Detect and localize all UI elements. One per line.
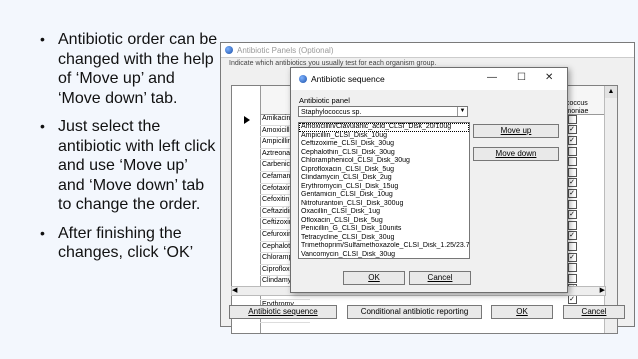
bullet-dot: • bbox=[40, 224, 45, 241]
sequence-list-item[interactable]: Gentamicin_CLSI_Disk_10ug bbox=[299, 191, 469, 200]
sequence-list-item[interactable]: Ciprofloxacin_CLSI_Disk_5ug bbox=[299, 166, 469, 175]
current-row-arrow-icon bbox=[244, 116, 250, 124]
antibiotic-sequence-label: Antibiotic sequence bbox=[248, 307, 318, 316]
scroll-left-icon[interactable]: ◀ bbox=[232, 287, 237, 295]
scroll-right-icon[interactable]: ▶ bbox=[600, 287, 605, 295]
panels-cancel-button[interactable]: Cancel bbox=[563, 305, 625, 319]
organism-checkbox[interactable] bbox=[567, 157, 577, 167]
slide-bullet-list: • Antibiotic order can be changed with th… bbox=[40, 30, 218, 272]
move-up-button[interactable]: Move up bbox=[473, 124, 559, 138]
organism-checkbox[interactable]: ✓ bbox=[567, 294, 577, 304]
panels-titlebar: Antibiotic Panels (Optional) bbox=[221, 43, 634, 58]
organism-checkbox[interactable] bbox=[567, 273, 577, 283]
panels-ok-label: OK bbox=[516, 307, 528, 316]
organism-checkbox[interactable] bbox=[567, 263, 577, 273]
organism-checkbox[interactable]: ✓ bbox=[567, 178, 577, 188]
organism-checkbox[interactable]: ✓ bbox=[567, 125, 577, 135]
sequence-list-item[interactable]: Chloramphenicol_CLSI_Disk_30ug bbox=[299, 157, 469, 166]
organism-checkbox[interactable]: ✓ bbox=[567, 135, 577, 145]
panels-button-bar: Antibiotic sequence Conditional antibiot… bbox=[229, 305, 627, 323]
organism-checkbox[interactable] bbox=[567, 199, 577, 209]
sequence-list-item[interactable]: Ceftizoxime_CLSI_Disk_30ug bbox=[299, 140, 469, 149]
bullet-text: After finishing the changes, click ‘OK’ bbox=[58, 224, 194, 262]
conditional-reporting-button[interactable]: Conditional antibiotic reporting bbox=[347, 305, 482, 319]
antibiotic-panel-value: Staphylococcus sp. bbox=[301, 109, 362, 116]
bullet-text: Antibiotic order can be changed with the… bbox=[58, 31, 218, 107]
organism-checkbox[interactable]: ✓ bbox=[567, 231, 577, 241]
sequence-list-item[interactable]: Amoxicillin/Clavulanic_acid_CLSI_Disk_20… bbox=[299, 123, 469, 132]
dialog-ok-button[interactable]: OK bbox=[343, 271, 405, 285]
organism-checkbox[interactable] bbox=[567, 146, 577, 156]
move-down-label: Move down bbox=[495, 149, 537, 158]
panels-cancel-label: Cancel bbox=[581, 307, 607, 316]
antibiotic-panel-select[interactable]: Staphylococcus sp. ▼ bbox=[298, 106, 468, 117]
bullet-dot: • bbox=[40, 118, 45, 134]
sequence-list-item[interactable]: Ampicillin_CLSI_Disk_10ug bbox=[299, 132, 469, 141]
bullet-dot: • bbox=[40, 31, 45, 47]
sequence-list-item[interactable]: Nitrofurantoin_CLSI_Disk_300ug bbox=[299, 200, 469, 209]
app-icon bbox=[299, 75, 307, 83]
organism-checkbox[interactable]: ✓ bbox=[567, 210, 577, 220]
minimize-icon[interactable]: — bbox=[487, 72, 497, 83]
organism-checkbox[interactable] bbox=[567, 241, 577, 251]
move-up-label: Move up bbox=[500, 126, 532, 135]
dialog-titlebar: Antibiotic sequence — ☐ ✕ bbox=[291, 68, 567, 90]
maximize-icon[interactable]: ☐ bbox=[517, 72, 526, 83]
antibiotic-sequence-dialog: Antibiotic sequence — ☐ ✕ Antibiotic pan… bbox=[290, 67, 568, 293]
panels-instruction: Indicate which antibiotics you usually t… bbox=[229, 60, 437, 67]
sequence-list-item[interactable]: Erythromycin_CLSI_Disk_15ug bbox=[299, 183, 469, 192]
dialog-cancel-label: Cancel bbox=[427, 273, 453, 282]
move-down-button[interactable]: Move down bbox=[473, 147, 559, 161]
slide-bullet: • Antibiotic order can be changed with th… bbox=[40, 30, 218, 108]
organism-checkbox[interactable]: ✓ bbox=[567, 252, 577, 262]
sequence-list-item[interactable]: Vancomycin_CLSI_Disk_30ug bbox=[299, 251, 469, 259]
bullet-text: Just select the antibiotic with left cli… bbox=[58, 118, 216, 213]
close-icon[interactable]: ✕ bbox=[545, 72, 553, 83]
organism-checkbox[interactable]: ✓ bbox=[567, 188, 577, 198]
sequence-list-item[interactable]: Penicillin_G_CLSI_Disk_10units bbox=[299, 225, 469, 234]
slide-bullet: • Just select the antibiotic with left cl… bbox=[40, 117, 218, 215]
scroll-up-icon[interactable]: ▲ bbox=[605, 86, 617, 98]
organism-checkbox[interactable] bbox=[567, 220, 577, 230]
organism-checkbox[interactable] bbox=[567, 167, 577, 177]
slide-bullet: • After finishing the changes, click ‘OK’ bbox=[40, 224, 218, 263]
sequence-list-item[interactable]: Trimethoprim/Sulfamethoxazole_CLSI_Disk_… bbox=[299, 242, 469, 251]
app-icon bbox=[225, 46, 233, 54]
sequence-list-item[interactable]: Tetracycline_CLSI_Disk_30ug bbox=[299, 234, 469, 243]
dialog-cancel-button[interactable]: Cancel bbox=[409, 271, 471, 285]
sequence-list-item[interactable]: Oxacillin_CLSI_Disk_1ug bbox=[299, 208, 469, 217]
organism-checkbox[interactable] bbox=[567, 114, 577, 124]
sequence-list-item[interactable]: Clindamycin_CLSI_Disk_2ug bbox=[299, 174, 469, 183]
chevron-down-icon[interactable]: ▼ bbox=[457, 107, 467, 116]
dialog-title: Antibiotic sequence bbox=[311, 74, 385, 84]
antibiotic-sequence-button[interactable]: Antibiotic sequence bbox=[229, 305, 337, 319]
dialog-ok-label: OK bbox=[368, 273, 380, 282]
antibiotic-sequence-list[interactable]: Amoxicillin/Clavulanic_acid_CLSI_Disk_20… bbox=[298, 122, 470, 259]
panels-title: Antibiotic Panels (Optional) bbox=[237, 45, 334, 55]
antibiotic-panel-label: Antibiotic panel bbox=[299, 96, 350, 105]
sequence-list-item[interactable]: Ofloxacin_CLSI_Disk_5ug bbox=[299, 217, 469, 226]
sequence-list-item[interactable]: Cephalothin_CLSI_Disk_30ug bbox=[299, 149, 469, 158]
panels-ok-button[interactable]: OK bbox=[491, 305, 553, 319]
